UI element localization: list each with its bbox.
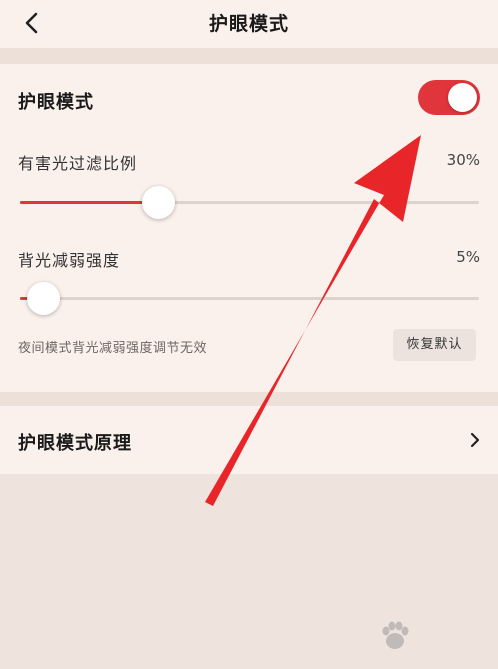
section-divider: [0, 48, 498, 64]
page-title: 护眼模式: [208, 13, 289, 35]
eye-mode-principle-label: 护眼模式原理: [18, 433, 132, 454]
filter-ratio-thumb[interactable]: [141, 186, 175, 219]
filter-ratio-slider[interactable]: [20, 186, 479, 219]
eye-mode-label: 护眼模式: [18, 92, 94, 113]
eye-mode-principle-item[interactable]: 护眼模式原理: [0, 406, 498, 474]
toggle-knob: [448, 83, 477, 112]
eye-mode-settings-card: 护眼模式 有害光过滤比例 30% 背光减弱强度 5% 夜间模式背光减弱强度调节无…: [0, 64, 498, 392]
backlight-slider[interactable]: [20, 282, 479, 315]
filter-ratio-label: 有害光过滤比例: [18, 154, 138, 173]
backlight-thumb[interactable]: [26, 282, 60, 315]
chevron-right-icon: [470, 432, 480, 448]
backlight-value: 5%: [456, 248, 480, 266]
reset-default-button[interactable]: 恢复默认: [393, 329, 476, 361]
filter-ratio-fill: [20, 201, 158, 204]
header-bar: 护眼模式: [0, 0, 498, 48]
backlight-label: 背光减弱强度: [18, 251, 121, 270]
eye-mode-toggle[interactable]: [418, 80, 480, 115]
empty-area: [0, 474, 498, 669]
filter-ratio-value: 30%: [446, 151, 480, 169]
night-mode-note: 夜间模式背光减弱强度调节无效: [18, 341, 208, 356]
section-divider: [0, 392, 498, 406]
